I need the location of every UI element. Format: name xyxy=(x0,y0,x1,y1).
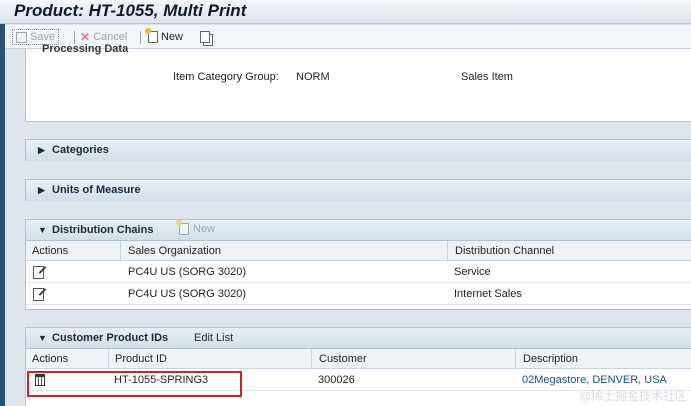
collapse-arrow-icon[interactable]: ▼ xyxy=(38,333,47,343)
customer-ids-grid-header: Actions Product ID Customer Description xyxy=(26,349,691,369)
column-header-distribution-channel: Distribution Channel xyxy=(455,245,555,257)
column-divider xyxy=(120,241,121,260)
column-header-description: Description xyxy=(523,353,579,365)
cancel-label: Cancel xyxy=(93,31,128,43)
new-distribution-label: New xyxy=(193,223,216,235)
edit-icon[interactable] xyxy=(33,266,44,279)
column-header-actions: Actions xyxy=(32,245,69,257)
distribution-grid-header: Actions Sales Organization Distribution … xyxy=(26,241,691,261)
save-label: Save xyxy=(30,31,56,43)
customer-product-ids-header[interactable]: ▼ Customer Product IDs Edit List xyxy=(26,328,691,349)
distribution-channel-cell: Service xyxy=(454,266,491,278)
highlight-box xyxy=(27,371,242,397)
distribution-channel-cell: Internet Sales xyxy=(454,288,522,300)
edit-list-button[interactable]: Edit List xyxy=(194,332,233,344)
units-of-measure-panel: ▶ Units of Measure xyxy=(25,179,691,201)
units-of-measure-header[interactable]: ▶ Units of Measure xyxy=(26,180,691,201)
sales-organization-cell: PC4U US (SORG 3020) xyxy=(128,266,246,278)
column-header-product-id: Product ID xyxy=(115,353,167,365)
save-icon xyxy=(16,31,27,43)
edit-icon[interactable] xyxy=(33,288,44,301)
new-label: New xyxy=(161,31,184,43)
new-document-icon xyxy=(176,220,189,235)
toolbar-separator xyxy=(140,31,141,44)
column-header-customer: Customer xyxy=(319,353,367,365)
cancel-icon: ✕ xyxy=(80,30,91,44)
units-of-measure-title: Units of Measure xyxy=(52,184,141,196)
column-divider xyxy=(108,349,109,368)
categories-panel: ▶ Categories xyxy=(25,139,691,161)
column-divider xyxy=(311,349,312,368)
collapse-arrow-icon[interactable]: ▼ xyxy=(38,225,47,235)
new-document-icon xyxy=(145,28,158,43)
customer-product-ids-title: Customer Product IDs xyxy=(52,332,169,344)
table-row[interactable]: PC4U US (SORG 3020) Internet Sales xyxy=(26,283,691,305)
watermark: @稀土掘金技术社区 xyxy=(578,389,687,403)
expand-arrow-icon[interactable]: ▶ xyxy=(38,185,45,196)
description-link[interactable]: 02Megastore, DENVER, USA xyxy=(522,374,667,386)
table-row[interactable]: PC4U US (SORG 3020) Service xyxy=(26,261,691,283)
distribution-chains-title: Distribution Chains xyxy=(52,224,154,236)
categories-title: Categories xyxy=(52,144,109,156)
processing-data-panel: Processing Data Item Category Group: NOR… xyxy=(25,43,691,122)
distribution-chains-panel: ▼ Distribution Chains New Actions Sales … xyxy=(25,219,691,310)
column-header-actions: Actions xyxy=(32,353,69,365)
new-distribution-button[interactable]: New xyxy=(176,220,216,235)
column-divider xyxy=(515,349,516,368)
title-bar: Product: HT-1055, Multi Print xyxy=(0,0,691,24)
item-category-group-value: NORM xyxy=(296,71,330,83)
copy-button[interactable] xyxy=(200,29,210,45)
column-divider xyxy=(447,241,448,260)
new-button[interactable]: New xyxy=(145,28,184,45)
processing-data-title: Processing Data xyxy=(42,43,129,55)
item-category-group-label: Item Category Group: xyxy=(173,71,279,83)
distribution-chains-header[interactable]: ▼ Distribution Chains New xyxy=(26,220,691,241)
sales-organization-cell: PC4U US (SORG 3020) xyxy=(128,288,246,300)
customer-cell: 300026 xyxy=(318,374,355,386)
copy-icon xyxy=(200,31,210,43)
expand-arrow-icon[interactable]: ▶ xyxy=(38,145,45,156)
page-title: Product: HT-1055, Multi Print xyxy=(14,1,247,20)
left-navigation-strip xyxy=(0,22,5,406)
item-category-text: Sales Item xyxy=(461,71,513,83)
categories-header[interactable]: ▶ Categories xyxy=(26,140,691,161)
column-header-sales-organization: Sales Organization xyxy=(128,245,221,257)
